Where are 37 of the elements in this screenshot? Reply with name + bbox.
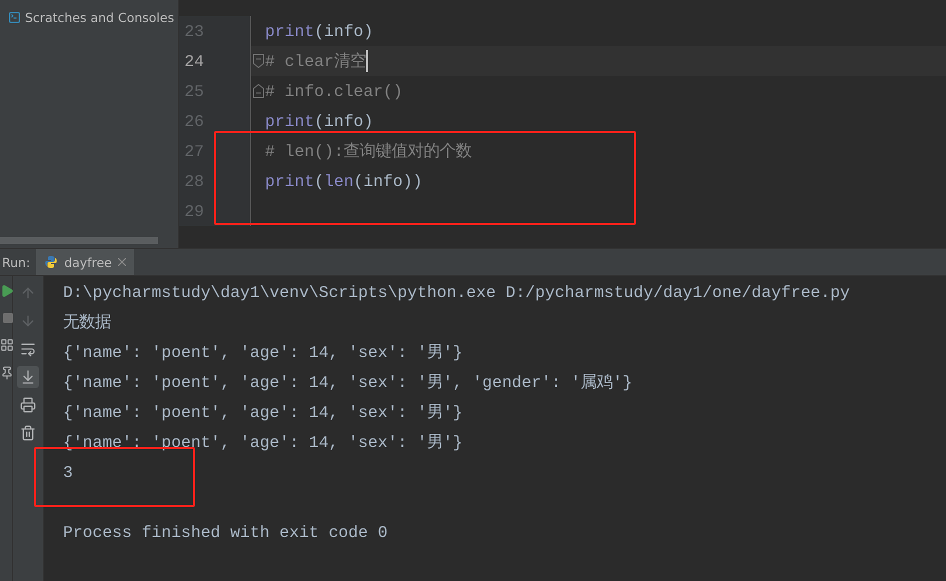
text-caret (366, 50, 368, 72)
scratch-icon (8, 10, 21, 24)
scroll-to-end-button[interactable] (17, 366, 39, 388)
code-line: print(info) (265, 22, 374, 40)
output-line: {'name': 'poent', 'age': 14, 'sex': '男'} (63, 342, 464, 364)
output-line: {'name': 'poent', 'age': 14, 'sex': '男'} (63, 432, 464, 454)
command-line: D:\pycharmstudy\day1\venv\Scripts\python.exe D:/pycharmstudy/day1/one/dayfree.py (63, 282, 851, 304)
exit-message: Process finished with exit code 0 (63, 522, 389, 544)
code-line: # info.clear() (265, 82, 403, 100)
tree-item[interactable]: Scratches and Consoles (8, 8, 178, 26)
code-line: # clear清空 (265, 50, 368, 72)
arrow-down-icon (20, 313, 36, 329)
output-line: {'name': 'poent', 'age': 14, 'sex': '男'} (63, 402, 464, 424)
output-line: {'name': 'poent', 'age': 14, 'sex': '男', 'gender': '属鸡'} (63, 372, 634, 394)
close-icon[interactable] (118, 258, 126, 266)
arrow-up-icon (20, 285, 36, 301)
fold-marker-icon[interactable] (252, 54, 264, 68)
python-icon (44, 255, 58, 269)
trash-icon (20, 425, 36, 441)
run-tab[interactable]: dayfree (36, 249, 134, 275)
run-icon[interactable] (0, 284, 14, 298)
scrollbar[interactable] (0, 237, 158, 244)
run-label: Run: (2, 254, 30, 270)
fold-marker-icon[interactable] (252, 84, 264, 98)
pin-icon[interactable] (0, 366, 14, 380)
code-line: print(len(info)) (265, 172, 422, 190)
wrap-icon (20, 341, 36, 357)
layout-icon[interactable] (0, 338, 14, 352)
output-line: 无数据 (63, 312, 112, 334)
tab-label: dayfree (64, 254, 112, 270)
line-number: 24 (183, 52, 204, 70)
printer-icon (20, 397, 36, 413)
output-line: 3 (63, 462, 74, 484)
code-line: print(info) (265, 112, 374, 130)
stop-icon[interactable] (2, 312, 14, 324)
code-line: # len():查询键值对的个数 (265, 141, 472, 162)
arrow-to-line-icon (20, 369, 36, 385)
